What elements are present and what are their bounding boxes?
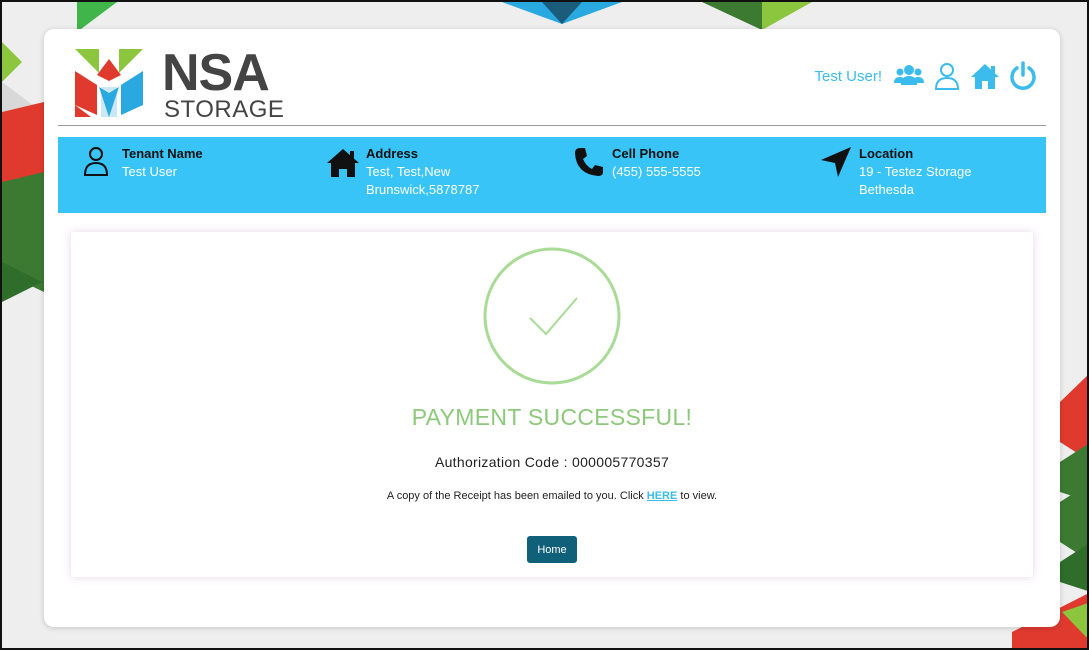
address-line-2: Brunswick,5878787 (366, 182, 480, 197)
location-section: Location 19 - Testez Storage Bethesda (819, 145, 972, 199)
success-check-icon (483, 247, 621, 385)
nsa-logo-mark-icon (75, 49, 143, 117)
authorization-code: Authorization Code : 000005770357 (434, 454, 670, 470)
cell-phone-section: Cell Phone (455) 555-5555 (572, 145, 701, 181)
browser-frame: NSA STORAGE Test User! Tenant Name Test … (0, 0, 1089, 650)
payment-result-panel: PAYMENT SUCCESSFUL! Authorization Code :… (71, 232, 1033, 577)
house-icon (327, 149, 359, 177)
person-icon (83, 147, 109, 176)
location-label: Location (859, 146, 914, 161)
power-icon[interactable] (1008, 61, 1038, 91)
user-greeting[interactable]: Test User! (814, 68, 882, 85)
address-label: Address (366, 146, 419, 161)
receipt-link[interactable]: HERE (647, 490, 678, 502)
receipt-text-after: to view. (677, 490, 718, 502)
user-icon[interactable] (932, 61, 962, 91)
location-line-1: 19 - Testez Storage (859, 164, 972, 179)
address-section: Address Test, Test,New Brunswick,5878787 (326, 145, 479, 199)
brand-subtitle: STORAGE (164, 96, 285, 123)
location-arrow-icon (821, 147, 851, 177)
address-line-1: Test, Test,New (366, 164, 451, 179)
main-card: NSA STORAGE Test User! Tenant Name Test … (44, 29, 1060, 627)
home-icon[interactable] (970, 61, 1000, 91)
payment-success-title: PAYMENT SUCCESSFUL! (411, 404, 693, 430)
tenant-name-section: Tenant Name Test User (82, 145, 203, 181)
receipt-text-before: A copy of the Receipt has been emailed t… (386, 490, 647, 502)
tenant-name-label: Tenant Name (122, 146, 203, 161)
brand-name: NSA (162, 44, 270, 102)
header-user-area: Test User! (814, 61, 1038, 91)
location-line-2: Bethesda (859, 182, 914, 197)
cell-phone-value: (455) 555-5555 (612, 164, 701, 179)
tenant-info-bar: Tenant Name Test User Address Test, Test… (58, 137, 1046, 213)
nsa-logo[interactable]: NSA STORAGE (69, 41, 284, 123)
header-divider (58, 125, 1046, 126)
phone-icon (575, 148, 603, 176)
receipt-message: A copy of the Receipt has been emailed t… (71, 490, 1033, 502)
tenant-name-value: Test User (122, 164, 177, 179)
home-button[interactable]: Home (527, 536, 577, 563)
cell-phone-label: Cell Phone (612, 146, 680, 161)
users-icon[interactable] (894, 61, 924, 91)
